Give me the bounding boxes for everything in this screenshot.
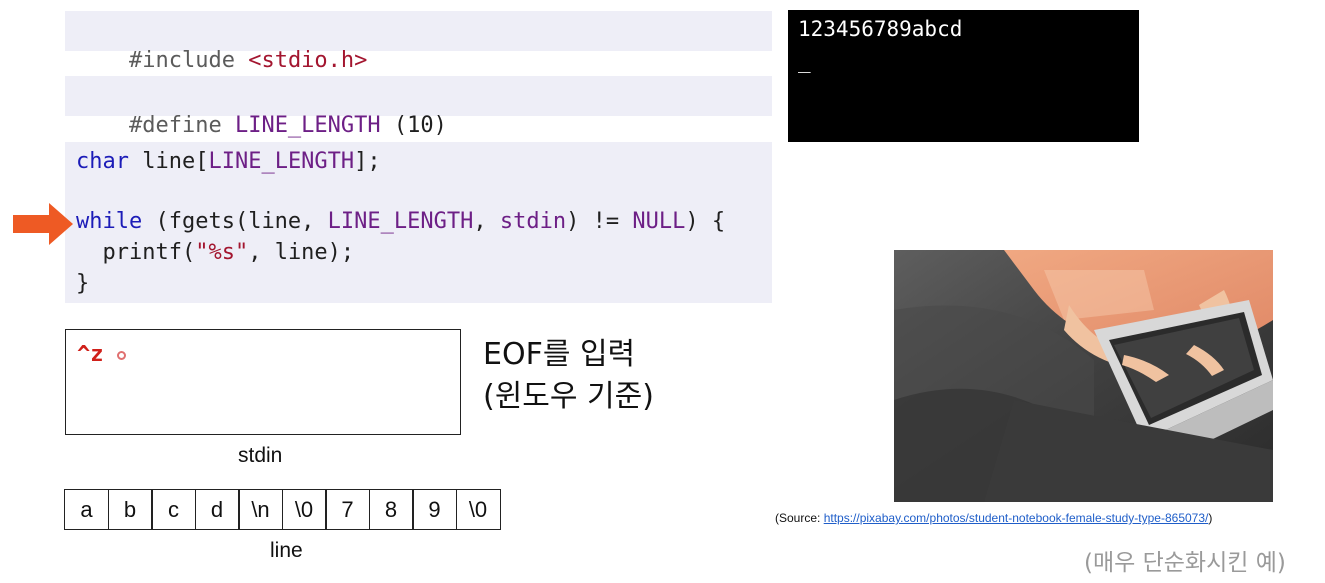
eof-note-line1: EOF를 입력 (483, 337, 636, 372)
code-line-printf: printf("%s", line); (76, 238, 354, 268)
source-prefix: (Source: (775, 511, 824, 525)
define-value: (10) (393, 113, 447, 138)
line-label: line (270, 539, 303, 562)
code-block-define: #define LINE_LENGTH (10) (65, 76, 772, 138)
photo-source: (Source: https://pixabay.com/photos/stud… (775, 511, 1212, 525)
include-keyword: #include (128, 48, 235, 73)
line-cell: 8 (368, 489, 414, 530)
decl-rest-b: ]; (354, 149, 381, 174)
define-name: LINE_LENGTH (234, 113, 381, 138)
while-part-a: (fgets(line, (142, 209, 328, 234)
source-suffix: ) (1208, 511, 1213, 525)
console-output: 123456789abcd (798, 17, 963, 41)
source-link[interactable]: https://pixabay.com/photos/student-noteb… (824, 511, 1209, 525)
line-cell: a (64, 489, 109, 530)
while-macro: LINE_LENGTH (327, 209, 474, 234)
line-cell: 9 (412, 489, 457, 530)
laptop-photo (894, 250, 1273, 502)
line-cell: d (194, 489, 240, 530)
while-part-b: , (473, 209, 500, 234)
define-keyword: #define (128, 113, 222, 138)
eof-note: EOF를 입력 (윈도우 기준) (483, 334, 654, 418)
cursor-dot-icon (117, 351, 126, 360)
line-cell: \0 (281, 489, 327, 530)
line-cell: b (107, 489, 153, 530)
code-block-include: #include <stdio.h> (65, 11, 772, 73)
console-window: 123456789abcd _ (788, 10, 1139, 142)
while-keyword: while (76, 209, 143, 234)
decl-type: char (76, 149, 129, 174)
code-line-close: } (76, 271, 90, 296)
printf-format-string: "%s" (195, 240, 249, 265)
arrow-right-icon (13, 203, 73, 245)
while-part-c: ) != (566, 209, 633, 234)
code-line-decl: char line[LINE_LENGTH]; (76, 147, 381, 177)
console-cursor: _ (798, 49, 811, 73)
line-cell: \0 (455, 489, 501, 530)
printf-part-b: , line); (248, 240, 355, 265)
stdin-label: stdin (238, 444, 283, 467)
stdin-buffer-box: ^z (65, 329, 461, 435)
simplified-example-note: (매우 단순화시킨 예) (1084, 550, 1286, 576)
while-part-d: ) { (685, 209, 726, 234)
line-cell: \n (238, 489, 283, 530)
code-block-main: char line[LINE_LENGTH]; while (fgets(lin… (65, 142, 772, 303)
while-stdin: stdin (499, 209, 567, 234)
line-cell: 7 (325, 489, 370, 530)
line-cell: c (151, 489, 196, 530)
decl-macro: LINE_LENGTH (208, 149, 355, 174)
include-header: <stdio.h> (248, 48, 368, 73)
code-line-while: while (fgets(line, LINE_LENGTH, stdin) !… (76, 207, 725, 237)
printf-part-a: printf( (76, 240, 196, 265)
decl-rest-a: line[ (128, 149, 209, 174)
stdin-content: ^z (77, 342, 104, 367)
line-array: a b c d \n \0 7 8 9 \0 (64, 489, 501, 530)
eof-note-line2: (윈도우 기준) (483, 379, 654, 414)
while-null: NULL (632, 209, 686, 234)
